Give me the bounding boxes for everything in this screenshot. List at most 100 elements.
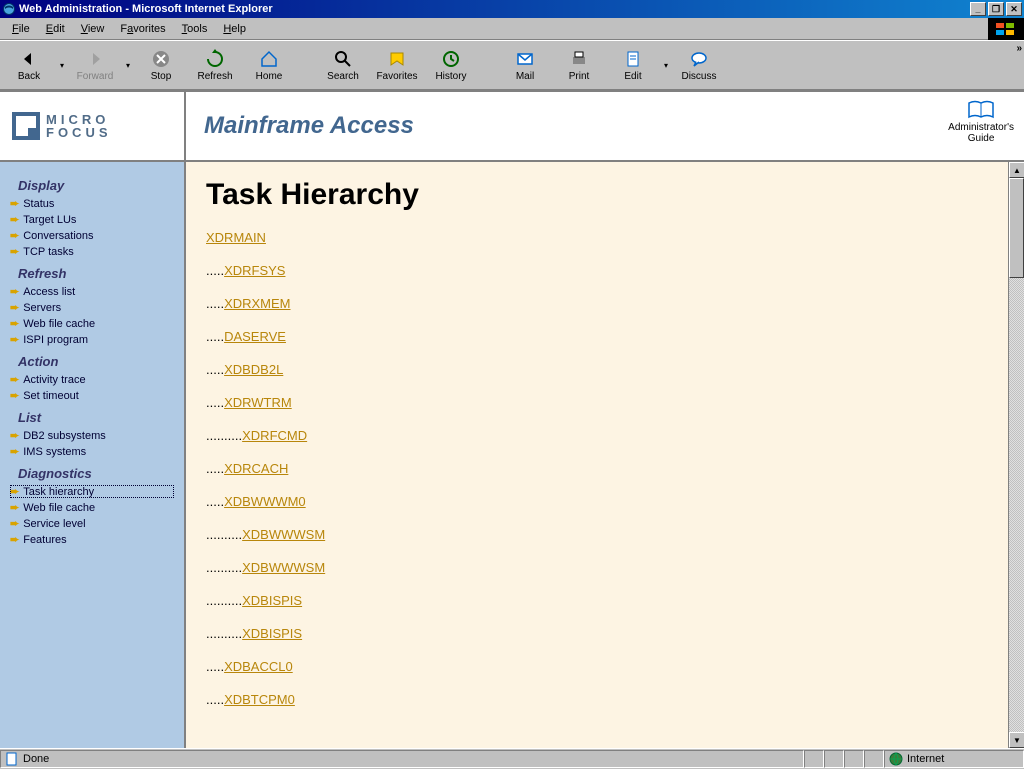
menu-tools[interactable]: Tools — [174, 21, 216, 37]
task-link-xdrcach[interactable]: XDRCACH — [224, 461, 288, 476]
print-button[interactable]: Print — [552, 42, 606, 88]
toolbar: Back ▾ Forward ▾ Stop Refresh Home Searc… — [0, 40, 1024, 90]
task-link-xdbtcpm0[interactable]: XDBTCPM0 — [224, 692, 295, 707]
sidebar-item-status[interactable]: ➨Status — [10, 197, 174, 210]
minimize-button[interactable]: _ — [970, 2, 986, 16]
discuss-button[interactable]: Discuss — [672, 42, 726, 88]
home-button[interactable]: Home — [242, 42, 296, 88]
sidebar-item-label: Access list — [23, 286, 75, 298]
sidebar-item-label: Status — [23, 198, 54, 210]
sidebar-item-label: Task hierarchy — [23, 486, 94, 498]
sidebar-group-title: Diagnostics — [18, 466, 174, 481]
task-list: XDRMAIN .....XDRFSYS .....XDRXMEM .....DASE… — [206, 230, 1004, 707]
vertical-scrollbar[interactable]: ▲ ▼ — [1008, 162, 1024, 748]
mail-button[interactable]: Mail — [498, 42, 552, 88]
scroll-thumb[interactable] — [1009, 178, 1024, 278]
task-line: ..........XDRFCMD — [206, 428, 1004, 443]
task-link-xdbwwwsm[interactable]: XDBWWWSM — [242, 527, 325, 542]
task-link-xdbispis[interactable]: XDBISPIS — [242, 626, 302, 641]
maximize-button[interactable]: ❐ — [988, 2, 1004, 16]
sidebar-item-access-list[interactable]: ➨Access list — [10, 285, 174, 298]
scroll-track[interactable] — [1009, 178, 1024, 732]
sidebar-item-db2-subsystems[interactable]: ➨DB2 subsystems — [10, 429, 174, 442]
sidebar-item-label: Web file cache — [23, 502, 95, 514]
brand-logo: MICRO FOCUS — [0, 92, 186, 160]
task-link-xdbdb2l[interactable]: XDBDB2L — [224, 362, 283, 377]
globe-icon — [889, 752, 903, 766]
task-link-xdrfsys[interactable]: XDRFSYS — [224, 263, 285, 278]
menu-view[interactable]: View — [73, 21, 113, 37]
task-line: ..........XDBWWWSM — [206, 527, 1004, 542]
task-line: .....XDBACCL0 — [206, 659, 1004, 674]
sidebar-item-service-level[interactable]: ➨Service level — [10, 517, 174, 530]
menu-help[interactable]: Help — [215, 21, 254, 37]
status-text: Done — [0, 750, 804, 768]
admin-guide-link[interactable]: Administrator's Guide — [948, 100, 1014, 144]
task-line: ..........XDBWWWSM — [206, 560, 1004, 575]
sidebar-item-label: Conversations — [23, 230, 93, 242]
arrow-icon: ➨ — [10, 485, 19, 498]
task-line: ..........XDBISPIS — [206, 626, 1004, 641]
sidebar-group-title: Refresh — [18, 266, 174, 281]
sidebar-item-ims-systems[interactable]: ➨IMS systems — [10, 445, 174, 458]
scroll-down-button[interactable]: ▼ — [1009, 732, 1024, 748]
arrow-icon: ➨ — [10, 245, 19, 258]
stop-icon — [151, 49, 171, 69]
sidebar-item-ispi-program[interactable]: ➨ ISPI program — [10, 333, 174, 346]
task-link-xdbwwwsm[interactable]: XDBWWWSM — [242, 560, 325, 575]
task-link-xdbaccl0[interactable]: XDBACCL0 — [224, 659, 293, 674]
scroll-up-button[interactable]: ▲ — [1009, 162, 1024, 178]
arrow-icon: ➨ — [10, 213, 19, 226]
task-link-xdrxmem[interactable]: XDRXMEM — [224, 296, 290, 311]
sidebar-item-label: DB2 subsystems — [23, 430, 106, 442]
arrow-icon: ➨ — [10, 301, 19, 314]
task-line: .....XDRWTRM — [206, 395, 1004, 410]
edit-button[interactable]: Edit — [606, 42, 660, 88]
favorites-button[interactable]: Favorites — [370, 42, 424, 88]
forward-button[interactable]: Forward — [68, 42, 122, 88]
close-button[interactable]: ✕ — [1006, 2, 1022, 16]
task-line: .....DASERVE — [206, 329, 1004, 344]
sidebar-group-title: List — [18, 410, 174, 425]
sidebar-item-conversations[interactable]: ➨ Conversations — [10, 229, 174, 242]
stop-button[interactable]: Stop — [134, 42, 188, 88]
task-link-xdrmain[interactable]: XDRMAIN — [206, 230, 266, 245]
sidebar-item-set-timeout[interactable]: ➨Set timeout — [10, 389, 174, 402]
toolbar-more-icon[interactable]: » — [1016, 43, 1022, 54]
sidebar-item-label: ISPI program — [23, 334, 88, 346]
sidebar-item-tcp-tasks[interactable]: ➨ TCP tasks — [10, 245, 174, 258]
search-button[interactable]: Search — [316, 42, 370, 88]
sidebar-item-target-lus[interactable]: ➨ Target LUs — [10, 213, 174, 226]
windows-flag-icon — [988, 18, 1024, 40]
history-icon — [441, 49, 461, 69]
task-link-daserve[interactable]: DASERVE — [224, 329, 286, 344]
menu-favorites[interactable]: Favorites — [112, 21, 173, 37]
sidebar-item-servers[interactable]: ➨Servers — [10, 301, 174, 314]
forward-dropdown[interactable]: ▾ — [122, 42, 134, 88]
task-link-xdbispis[interactable]: XDBISPIS — [242, 593, 302, 608]
arrow-icon: ➨ — [10, 229, 19, 242]
arrow-icon: ➨ — [10, 333, 19, 346]
task-line: .....XDRXMEM — [206, 296, 1004, 311]
history-button[interactable]: History — [424, 42, 478, 88]
sidebar-item-label: TCP tasks — [23, 246, 74, 258]
logo-mark-icon — [12, 112, 40, 140]
sidebar-item-web-file-cache[interactable]: ➨Web file cache — [10, 501, 174, 514]
edit-dropdown[interactable]: ▾ — [660, 42, 672, 88]
status-seg-3 — [844, 750, 864, 768]
menu-edit[interactable]: Edit — [38, 21, 73, 37]
task-link-xdrfcmd[interactable]: XDRFCMD — [242, 428, 307, 443]
back-dropdown[interactable]: ▾ — [56, 42, 68, 88]
refresh-button[interactable]: Refresh — [188, 42, 242, 88]
sidebar-item-activity-trace[interactable]: ➨Activity trace — [10, 373, 174, 386]
sidebar-item-features[interactable]: ➨Features — [10, 533, 174, 546]
back-icon — [19, 49, 39, 69]
sidebar-item-label: Target LUs — [23, 214, 76, 226]
back-button[interactable]: Back — [2, 42, 56, 88]
menu-file[interactable]: File — [4, 21, 38, 37]
task-link-xdrwtrm[interactable]: XDRWTRM — [224, 395, 292, 410]
sidebar-item-task-hierarchy[interactable]: ➨ Task hierarchy — [10, 485, 174, 498]
task-line: .....XDRFSYS — [206, 263, 1004, 278]
sidebar-item-web-file-cache[interactable]: ➨Web file cache — [10, 317, 174, 330]
task-link-xdbwwwm0[interactable]: XDBWWWM0 — [224, 494, 306, 509]
